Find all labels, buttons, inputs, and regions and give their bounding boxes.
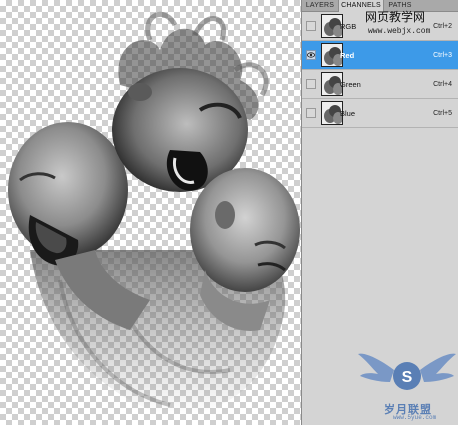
channel-shortcut: Ctrl+3 xyxy=(433,52,452,59)
channel-shortcut: Ctrl+2 xyxy=(433,23,452,30)
artwork-three-screaming-heads xyxy=(8,11,300,415)
eye-icon[interactable] xyxy=(306,50,316,60)
channel-row-red[interactable]: Red Ctrl+3 xyxy=(302,41,458,70)
tab-layers[interactable]: LAYERS xyxy=(302,0,338,11)
channel-name: RGB xyxy=(340,22,357,31)
document-canvas[interactable] xyxy=(0,0,301,425)
watermark-logo-url: www.5yue.com xyxy=(393,414,437,421)
channel-row-green[interactable]: Green Ctrl+4 xyxy=(302,70,458,99)
channel-name: Blue xyxy=(340,109,356,118)
svg-text:S: S xyxy=(402,369,413,386)
visibility-toggle[interactable] xyxy=(306,108,316,118)
visibility-toggle[interactable] xyxy=(306,21,316,31)
channel-shortcut: Ctrl+4 xyxy=(433,81,452,88)
channel-row-blue[interactable]: Blue Ctrl+5 xyxy=(302,99,458,128)
watermark-site-name: 网页教学网 xyxy=(365,10,426,24)
channel-name: Green xyxy=(340,80,361,89)
channel-name: Red xyxy=(340,51,355,60)
visibility-toggle[interactable] xyxy=(306,79,316,89)
channel-shortcut: Ctrl+5 xyxy=(433,110,452,117)
watermark-site-url: www.webjx.com xyxy=(368,27,431,36)
